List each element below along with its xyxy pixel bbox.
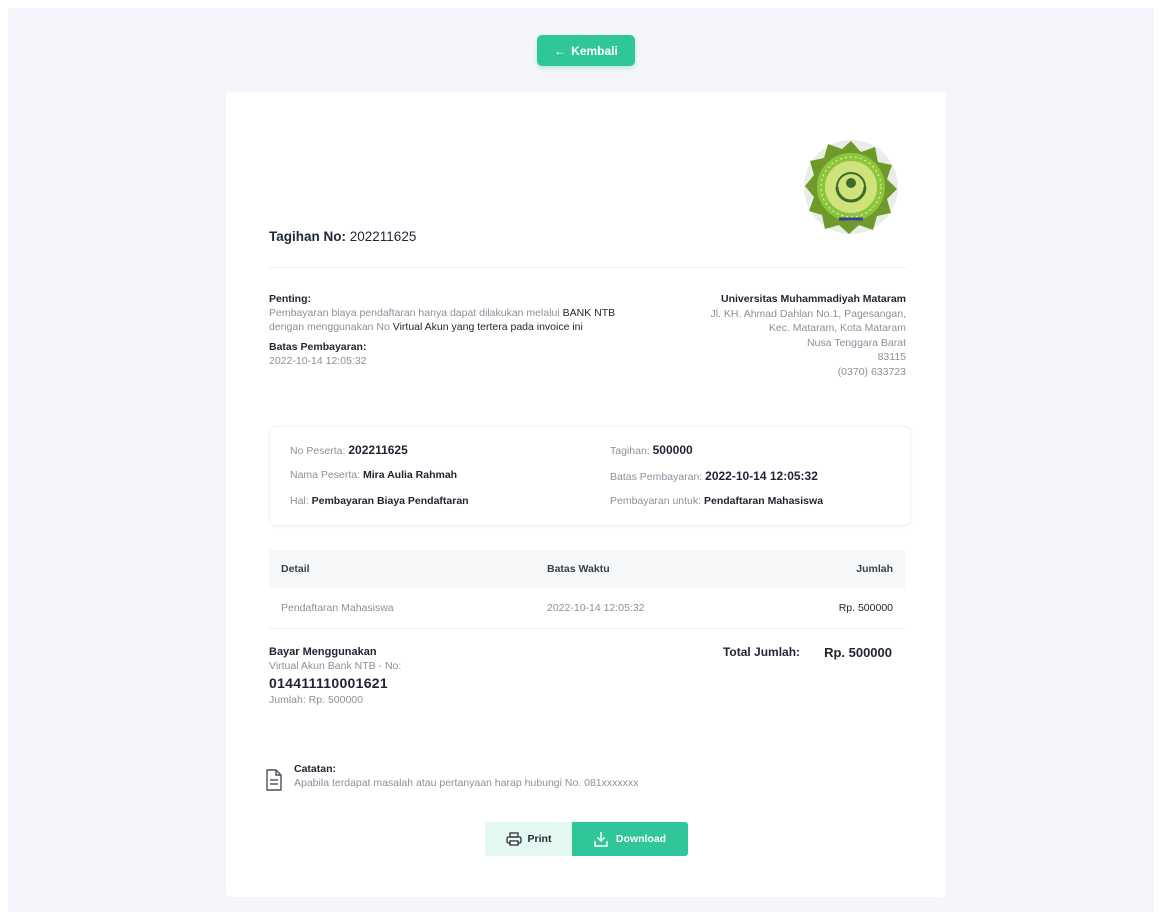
invoice-card: Tagihan No: 202211625 Penting: Pembayara… xyxy=(226,92,946,897)
university-address: Universitas Muhammadiyah Mataram Jl. KH.… xyxy=(646,292,906,379)
table-header-cell: Detail xyxy=(281,563,310,575)
print-label: Print xyxy=(527,833,552,845)
payment-deadline: Batas Pembayaran: 2022-10-14 12:05:32 xyxy=(610,469,818,483)
table-cell: 2022-10-14 12:05:32 xyxy=(547,602,645,614)
payment-purpose-label: Pembayaran untuk: xyxy=(610,495,702,507)
address-line: Kec. Mataram, Kota Mataram xyxy=(768,322,906,334)
header-divider xyxy=(269,267,906,268)
payment-method: Bayar Menggunakan Virtual Akun Bank NTB … xyxy=(269,645,569,707)
address-line: Jl. KH. Ahmad Dahlan No.1, Pagesangan, xyxy=(710,307,906,320)
print-button[interactable]: Print xyxy=(485,822,572,856)
university-name: Universitas Muhammadiyah Mataram xyxy=(721,293,906,305)
table-header: Detail Batas Waktu Jumlah xyxy=(269,550,905,588)
payment-deadline-value: 2022-10-14 12:05:32 xyxy=(705,469,818,483)
address-line: (0370) 633723 xyxy=(837,365,906,378)
participant-name-label: Nama Peserta: xyxy=(290,469,361,481)
download-label: Download xyxy=(615,833,667,845)
total-label: Total Jumlah: xyxy=(722,645,801,659)
notice-label: Penting: xyxy=(269,293,311,305)
address-line: 83115 xyxy=(877,351,906,363)
note-label: Catatan: xyxy=(294,763,337,775)
subject-label: Hal: xyxy=(290,495,309,507)
arrow-left-icon: ← xyxy=(554,43,567,58)
total-amount: Total Jumlah: Rp. 500000 xyxy=(723,645,892,660)
invoice-table: Detail Batas Waktu Jumlah Pendaftaran Ma… xyxy=(269,550,905,629)
invoice-title-label: Tagihan No: xyxy=(269,229,346,244)
subject-value: Pembayaran Biaya Pendaftaran xyxy=(311,495,469,507)
va-label: Virtual Akun Bank NTB - No: xyxy=(269,660,402,672)
invoice-title: Tagihan No: 202211625 xyxy=(269,229,416,244)
subject: Hal: Pembayaran Biaya Pendaftaran xyxy=(290,495,469,507)
table-cell: Pendaftaran Mahasiswa xyxy=(281,602,394,614)
notice-text-1: Pembayaran biaya pendaftaran hanya dapat… xyxy=(269,307,560,319)
printer-icon xyxy=(505,832,522,846)
participant-no: No Peserta: 202211625 xyxy=(290,443,408,457)
payment-amount: Jumlah: Rp. 500000 xyxy=(269,694,363,706)
deadline-label: Batas Pembayaran: xyxy=(269,341,367,353)
bill-label: Tagihan: xyxy=(610,445,650,457)
payment-purpose: Pembayaran untuk: Pendaftaran Mahasiswa xyxy=(610,495,823,507)
note-content: Apabila terdapat masalah atau pertanyaan… xyxy=(294,777,639,789)
invoice-number: 202211625 xyxy=(349,229,417,244)
table-cell: Rp. 500000 xyxy=(838,602,893,614)
bill-value: 500000 xyxy=(652,443,693,457)
total-value: Rp. 500000 xyxy=(824,645,892,660)
bill: Tagihan: 500000 xyxy=(610,443,693,457)
note-text: Catatan: Apabila terdapat masalah atau p… xyxy=(294,762,638,790)
download-button[interactable]: Download xyxy=(572,822,688,856)
university-seal-logo xyxy=(804,140,898,234)
table-header-cell: Jumlah xyxy=(856,563,893,575)
participant-no-value: 202211625 xyxy=(348,443,408,457)
payment-deadline-label: Batas Pembayaran: xyxy=(610,471,703,483)
participant-name: Nama Peserta: Mira Aulia Rahmah xyxy=(290,469,457,481)
table-row: Pendaftaran Mahasiswa 2022-10-14 12:05:3… xyxy=(269,588,905,629)
va-number: 014411110001621 xyxy=(269,675,388,691)
address-line: Nusa Tenggara Barat xyxy=(806,336,906,349)
notice-text-3: dengan menggunakan No xyxy=(269,321,393,333)
document-icon xyxy=(266,769,282,791)
deadline-value: 2022-10-14 12:05:32 xyxy=(269,355,367,367)
notice-bank: BANK NTB xyxy=(562,307,616,319)
back-button-label: Kembali xyxy=(571,43,618,58)
participant-no-label: No Peserta: xyxy=(290,445,346,457)
payment-purpose-value: Pendaftaran Mahasiswa xyxy=(703,495,824,507)
participant-name-value: Mira Aulia Rahmah xyxy=(362,469,458,481)
notice-text-4: Virtual Akun yang tertera pada invoice i… xyxy=(392,321,583,333)
download-icon xyxy=(594,832,608,847)
payment-method-label: Bayar Menggunakan xyxy=(269,646,377,658)
action-buttons: Print Download xyxy=(485,822,688,856)
back-button[interactable]: ← Kembali xyxy=(537,35,635,66)
important-notice: Penting: Pembayaran biaya pendaftaran ha… xyxy=(269,292,629,368)
table-header-cell: Batas Waktu xyxy=(547,563,610,575)
note-section: Catatan: Apabila terdapat masalah atau p… xyxy=(264,762,864,791)
participant-info-box: No Peserta: 202211625 Nama Peserta: Mira… xyxy=(269,426,911,526)
